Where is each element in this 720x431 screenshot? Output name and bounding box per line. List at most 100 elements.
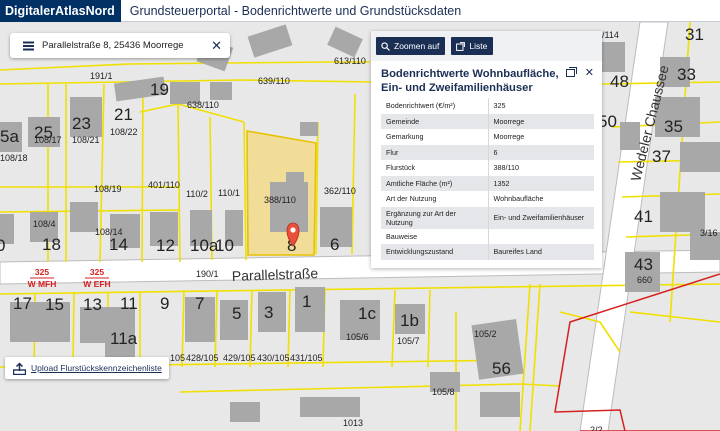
house-number: 7: [195, 294, 204, 313]
info-panel: Zoomen auf Liste Bodenrichtwerte Wohnbau…: [371, 31, 602, 268]
brand-main: DigitalerAtlas: [5, 3, 86, 18]
parcel-label: 638/110: [187, 100, 219, 110]
attribute-key: Flur: [381, 144, 489, 160]
brand-nord: Nord: [85, 3, 115, 18]
house-number: 31: [685, 25, 704, 44]
parcel-label: 108/22: [110, 127, 138, 137]
parcel-label: 190/1: [196, 269, 219, 279]
parcel-label: 362/110: [324, 186, 356, 196]
house-number: 18: [42, 235, 61, 254]
attribute-value: Baureifes Land: [488, 244, 594, 260]
house-number: 14: [109, 235, 128, 254]
parcel-label: 429/105: [223, 353, 256, 363]
parcel-label: 660: [637, 275, 652, 285]
upload-label: Upload Flurstückskennzeichenliste: [31, 363, 162, 373]
upload-icon: [13, 361, 26, 375]
parcel-label: 110/2: [186, 189, 208, 199]
attribute-row: Bauweise: [381, 228, 594, 245]
upload-parcel-list-button[interactable]: Upload Flurstückskennzeichenliste: [5, 357, 169, 379]
attribute-key: Ergänzung zur Art der Nutzung: [381, 206, 489, 229]
attribute-row: Flur 6: [381, 144, 594, 160]
panel-title: Bodenrichtwerte Wohnbaufläche, Ein- und …: [381, 68, 559, 94]
attribute-row: Entwicklungszustand Baureifes Land: [381, 244, 594, 260]
brw-type-efh: W EFH: [83, 279, 110, 289]
house-number: 9: [160, 294, 169, 313]
attribute-row: Amtliche Fläche (m²) 1352: [381, 175, 594, 191]
attribute-value: Ein- und Zweifamilienhäuser: [488, 206, 594, 229]
parcel-label: 431/105: [290, 353, 323, 363]
parcel-label: 105/6: [346, 332, 369, 342]
list-label: Liste: [469, 41, 488, 51]
close-icon[interactable]: ✕: [211, 38, 222, 54]
parcel-label: 1013: [343, 418, 363, 428]
attribute-value: [488, 229, 594, 245]
external-list-icon: [456, 41, 466, 51]
house-number: 1b: [400, 311, 419, 330]
parcel-label: 108/18: [0, 153, 28, 163]
house-number: 1: [302, 292, 311, 311]
house-number: 43: [634, 255, 653, 274]
house-number: 56: [492, 359, 511, 378]
attribute-row: Gemeinde Moorrege: [381, 113, 594, 129]
attribute-key: Flurstück: [381, 160, 489, 176]
attribute-value: 6: [488, 144, 594, 160]
attribute-value: Wohnbaufläche: [493, 194, 544, 204]
app-title: Grundsteuerportal - Bodenrichtwerte und …: [129, 3, 462, 18]
attribute-row: Art der Nutzung Wohnbaufläche: [381, 191, 594, 207]
parcel-label: 108/21: [72, 135, 100, 145]
brand-logo[interactable]: DigitalerAtlas Nord: [0, 0, 121, 22]
parcel-label: 108/19: [94, 184, 122, 194]
house-number: 33: [677, 65, 696, 84]
house-number: 12: [156, 236, 175, 255]
zoom-to-button[interactable]: Zoomen auf: [376, 37, 446, 55]
attribute-key: Bauweise: [381, 228, 489, 244]
brw-value-efh: 325: [90, 267, 104, 277]
panel-header: Bodenrichtwerte Wohnbaufläche, Ein- und …: [371, 61, 602, 95]
house-number: 17: [13, 294, 32, 313]
parcel-label: 191/1: [90, 71, 113, 81]
house-number: 21: [114, 105, 133, 124]
attribute-row: Flurstück 388/110: [381, 160, 594, 176]
attribute-table: Bodenrichtwert (€/m²) 325 Gemeinde Moorrege…: [381, 98, 594, 260]
house-number: 5a: [0, 127, 19, 146]
parcel-label: 430/105: [257, 353, 290, 363]
house-number: 11a: [110, 329, 138, 348]
street-name-parallelstrasse: Parallelstraße: [232, 265, 319, 284]
house-number: 37: [652, 147, 671, 166]
parcel-label: 105/2: [474, 329, 497, 339]
parcel-label: 401/110: [148, 180, 180, 190]
attribute-key: Gemarkung: [381, 129, 489, 145]
parcel-label: 613/110: [334, 56, 366, 66]
attribute-key: Amtliche Fläche (m²): [381, 175, 489, 191]
house-number: 6: [330, 235, 339, 254]
attribute-key: Bodenrichtwert (€/m²): [381, 98, 489, 114]
attribute-row: Ergänzung zur Art der Nutzung Ein- und Zw…: [381, 206, 594, 229]
house-number: 48: [610, 72, 629, 91]
attribute-key: Gemeinde: [381, 113, 489, 129]
parcel-label: 105/7: [397, 336, 420, 346]
house-number: 1c: [358, 304, 376, 323]
header-bar: DigitalerAtlas Nord Grundsteuerportal - B…: [0, 0, 720, 22]
address-search-box: ✕: [10, 33, 230, 58]
attribute-value: 1352: [488, 175, 594, 191]
attribute-row: Bodenrichtwert (€/m²) 325: [381, 98, 594, 114]
attribute-key: Art der Nutzung: [381, 191, 489, 207]
app-window: DigitalerAtlas Nord Grundsteuerportal - B…: [0, 0, 720, 431]
house-number: 5: [232, 304, 241, 323]
attribute-value: 325: [493, 101, 506, 111]
close-icon[interactable]: ✕: [585, 68, 594, 79]
hamburger-icon[interactable]: [16, 33, 40, 58]
attribute-value: Moorrege: [493, 132, 525, 142]
house-number: 23: [72, 114, 91, 133]
zoom-to-label: Zoomen auf: [394, 41, 440, 51]
house-number: 10: [215, 236, 234, 255]
house-number: 19: [150, 80, 169, 99]
address-search-input[interactable]: [40, 40, 200, 51]
brw-value-mfh: 325: [35, 267, 49, 277]
parcel-label: 428/105: [186, 353, 219, 363]
list-button[interactable]: Liste: [451, 37, 494, 55]
detach-window-icon[interactable]: [565, 67, 577, 77]
attribute-value: Moorrege: [488, 113, 594, 129]
house-number: 41: [634, 207, 653, 226]
parcel-label: 110/1: [218, 188, 240, 198]
